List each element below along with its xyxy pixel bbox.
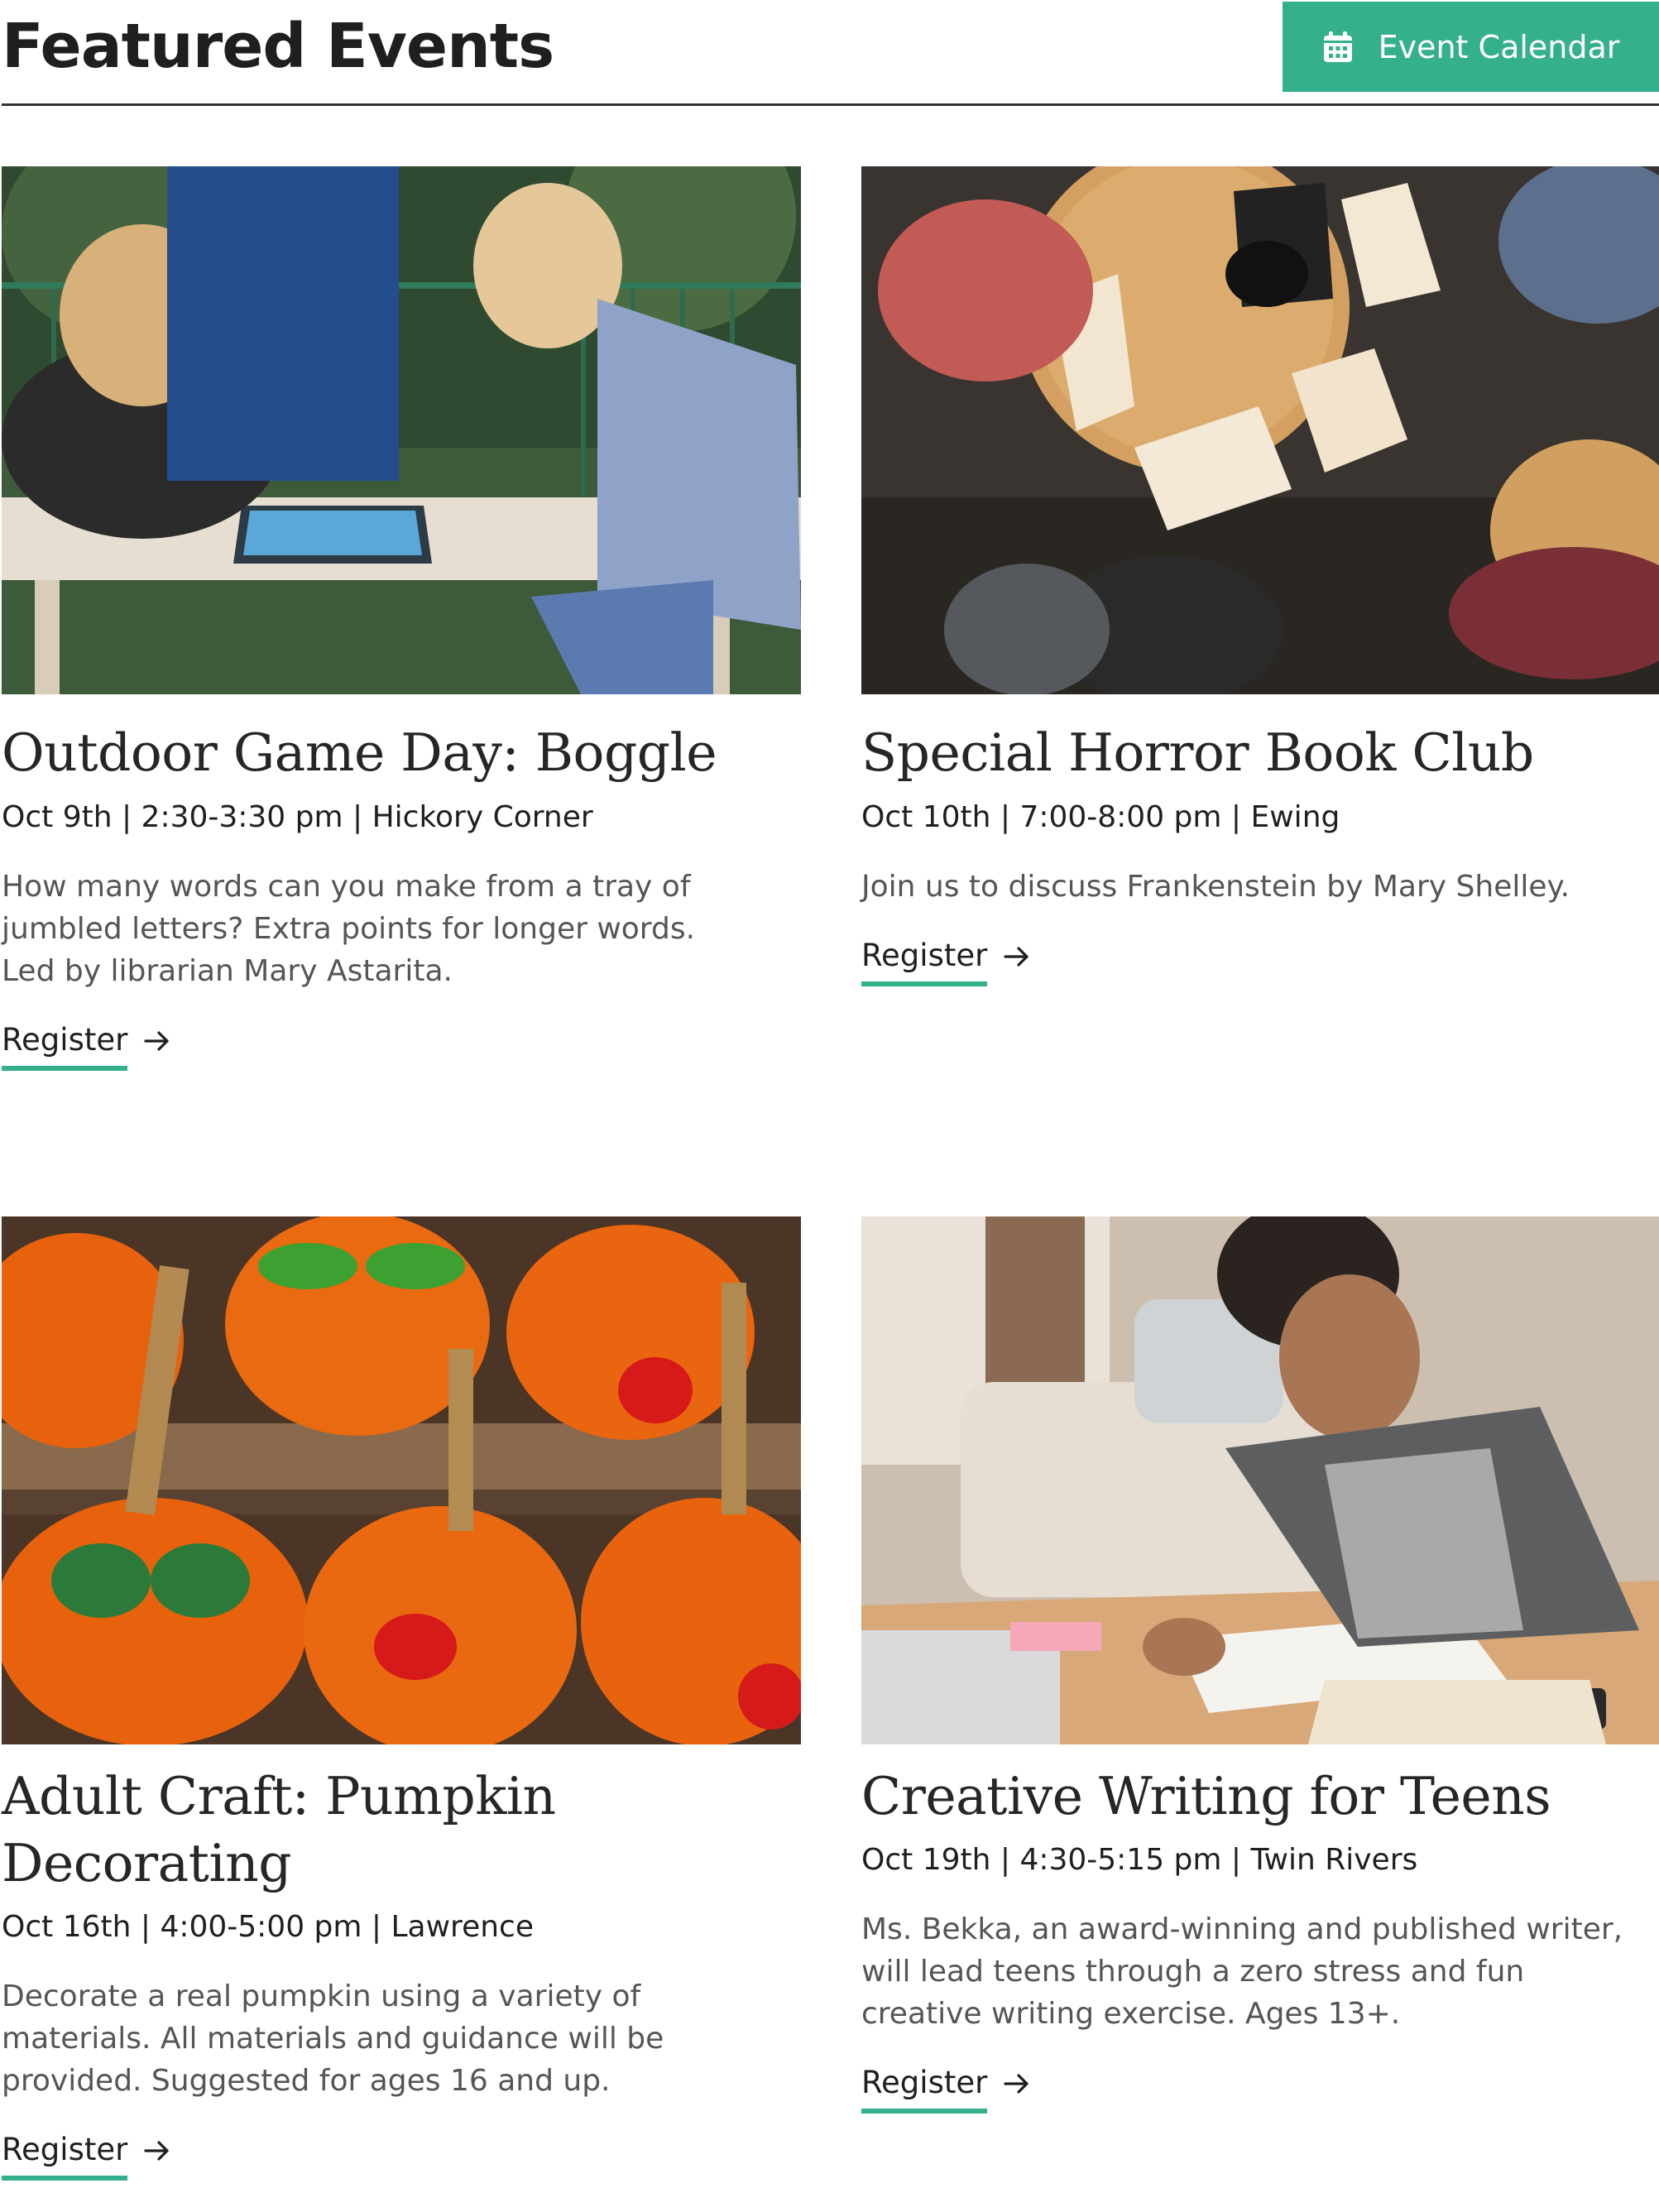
event-card-boggle: Outdoor Game Day: Boggle Oct 9th | 2:30-… (2, 166, 801, 1071)
event-description: Ms. Bekka, an award-winning and publishe… (861, 1912, 1623, 2031)
painted-pumpkins-photo[interactable] (2, 1216, 801, 1744)
event-calendar-label: Event Calendar (1378, 28, 1620, 65)
register-link[interactable]: Register (861, 2062, 1030, 2114)
arrow-right-icon (1004, 2074, 1028, 2094)
kids-playing-boggle-photo[interactable] (2, 166, 801, 694)
event-date-time-location: Oct 9th | 2:30-3:30 pm | Hickory Corner (2, 800, 593, 834)
register-link[interactable]: Register (2, 1020, 170, 1071)
event-calendar-button[interactable]: Event Calendar (1283, 2, 1659, 92)
page-title: Featured Events (2, 11, 554, 82)
book-club-overhead-photo[interactable] (861, 166, 1659, 694)
register-label: Register (2, 2129, 128, 2181)
event-title: Special Horror Book Club (861, 722, 1534, 783)
register-label: Register (2, 1020, 128, 1071)
header-divider (2, 103, 1659, 106)
register-link[interactable]: Register (861, 935, 1030, 986)
register-link[interactable]: Register (2, 2129, 170, 2181)
teen-writing-photo[interactable] (861, 1216, 1659, 1744)
event-description: Decorate a real pumpkin using a variety … (2, 1979, 664, 2098)
featured-events-header: Featured Events Event Calendar (0, 0, 1659, 106)
calendar-icon (1323, 31, 1352, 62)
arrow-right-icon (144, 1031, 169, 1051)
event-date-time-location: Oct 19th | 4:30-5:15 pm | Twin Rivers (861, 1843, 1418, 1877)
event-title: Outdoor Game Day: Boggle (2, 722, 717, 783)
event-card-creative-writing: Creative Writing for Teens Oct 19th | 4:… (861, 1216, 1659, 2114)
event-title: Adult Craft: Pumpkin Decorating (2, 1766, 556, 1893)
event-title: Creative Writing for Teens (861, 1766, 1551, 1826)
register-label: Register (861, 2062, 988, 2114)
arrow-right-icon (144, 2141, 169, 2161)
arrow-right-icon (1004, 947, 1028, 967)
event-card-horror-book-club: Special Horror Book Club Oct 10th | 7:00… (861, 166, 1659, 986)
register-label: Register (861, 935, 988, 986)
event-date-time-location: Oct 10th | 7:00-8:00 pm | Ewing (861, 800, 1340, 834)
event-description: Join us to discuss Frankenstein by Mary … (861, 870, 1570, 904)
event-description: How many words can you make from a tray … (2, 870, 696, 988)
event-card-pumpkin-decorating: Adult Craft: Pumpkin Decorating Oct 16th… (2, 1216, 801, 2181)
event-date-time-location: Oct 16th | 4:00-5:00 pm | Lawrence (2, 1910, 534, 1944)
